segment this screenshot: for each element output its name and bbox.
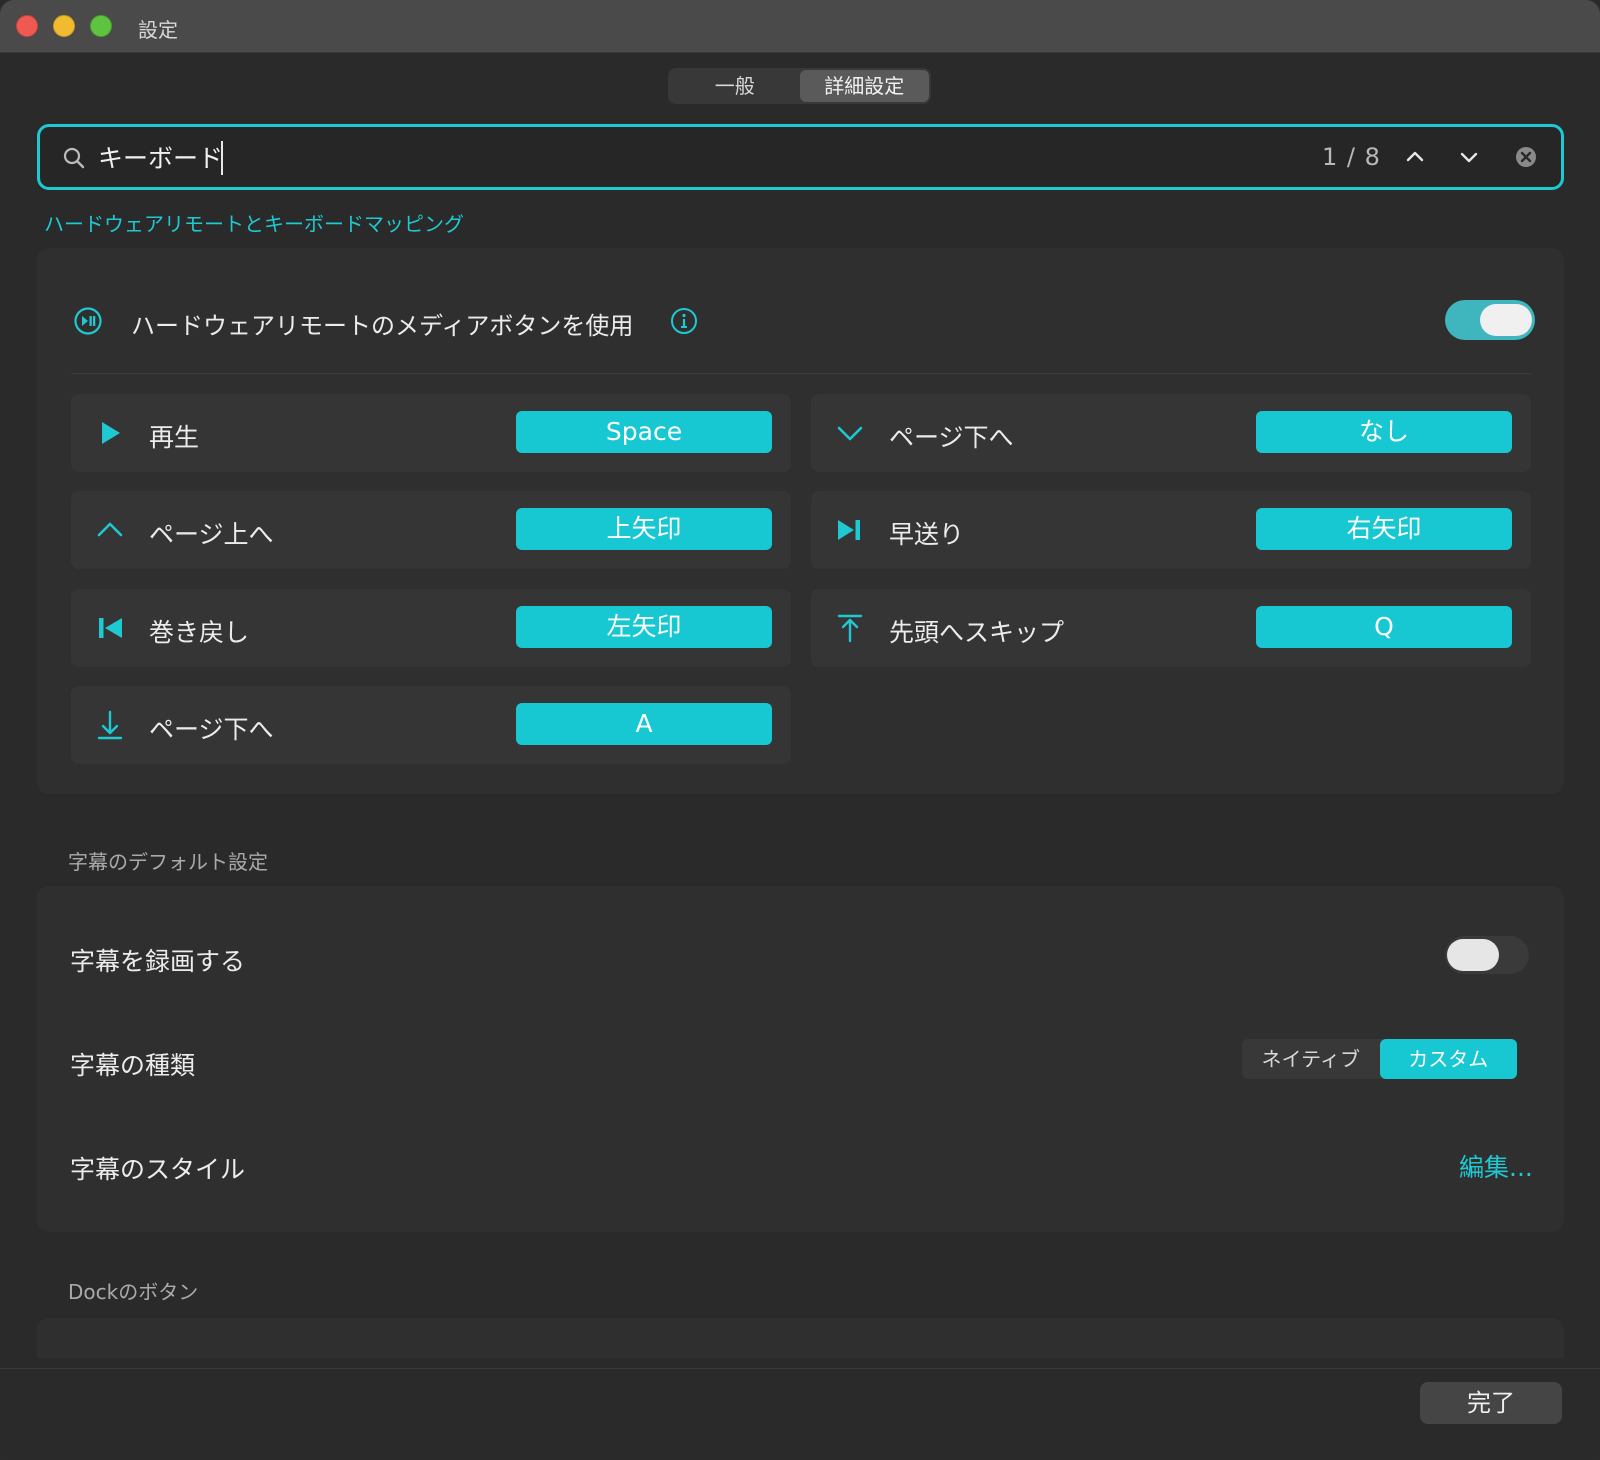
window-title: 設定 bbox=[138, 18, 178, 42]
shortcut-key-button[interactable]: Q bbox=[1256, 606, 1512, 648]
subtitle-type-native[interactable]: ネイティブ bbox=[1242, 1039, 1380, 1079]
divider bbox=[71, 373, 1531, 374]
fast-forward-icon bbox=[838, 520, 860, 540]
close-window-button[interactable] bbox=[16, 15, 38, 37]
title-bar: 設定 bbox=[0, 0, 1600, 53]
tab-bar: 一般 詳細設定 bbox=[668, 68, 931, 104]
clear-icon bbox=[1516, 147, 1536, 167]
clear-search-button[interactable] bbox=[1508, 139, 1544, 175]
done-button[interactable]: 完了 bbox=[1420, 1382, 1562, 1424]
search-result-count: 1 / 8 bbox=[1322, 143, 1381, 171]
tab-general[interactable]: 一般 bbox=[670, 70, 800, 102]
play-icon bbox=[102, 422, 120, 444]
edit-subtitle-style-link[interactable]: 編集... bbox=[1459, 1148, 1533, 1184]
section-link-keyboard-mapping[interactable]: ハードウェアリモートとキーボードマッピング bbox=[44, 208, 464, 237]
search-icon bbox=[63, 147, 85, 169]
subtitle-type-segmented-control: ネイティブ カスタム bbox=[1242, 1039, 1517, 1079]
shortcut-key-button[interactable]: 右矢印 bbox=[1256, 508, 1512, 550]
shortcut-key-button[interactable]: 上矢印 bbox=[516, 508, 772, 550]
shortcut-key-button[interactable]: 左矢印 bbox=[516, 606, 772, 648]
shortcut-key-button[interactable]: なし bbox=[1256, 411, 1512, 453]
media-buttons-label: ハードウェアリモートのメディアボタンを使用 bbox=[131, 312, 634, 340]
shortcut-label: 巻き戻し bbox=[149, 618, 250, 647]
media-buttons-toggle[interactable] bbox=[1445, 300, 1535, 340]
settings-window: 設定 一般 詳細設定 1 / 8 bbox=[0, 0, 1600, 1460]
info-icon[interactable] bbox=[670, 307, 698, 335]
shortcut-row-page-down: ページ下へ なし bbox=[811, 394, 1531, 472]
record-subtitles-label: 字幕を録画する bbox=[70, 947, 246, 976]
shortcut-label: ページ下へ bbox=[149, 715, 274, 744]
shortcut-row-rewind: 巻き戻し 左矢印 bbox=[71, 589, 791, 667]
shortcut-key-button[interactable]: Space bbox=[516, 411, 772, 453]
text-caret bbox=[221, 141, 223, 175]
footer-bar bbox=[0, 1368, 1600, 1460]
shortcut-row-skip-to-top: 先頭へスキップ Q bbox=[811, 589, 1531, 667]
rewind-icon bbox=[99, 618, 122, 638]
subtitle-type-custom[interactable]: カスタム bbox=[1379, 1039, 1517, 1079]
chevron-down-icon bbox=[837, 426, 863, 441]
next-result-button[interactable] bbox=[1451, 139, 1487, 175]
previous-result-button[interactable] bbox=[1397, 139, 1433, 175]
tab-advanced[interactable]: 詳細設定 bbox=[799, 70, 929, 102]
shortcut-label: 再生 bbox=[149, 423, 200, 452]
toggle-knob bbox=[1447, 939, 1499, 971]
arrow-down-icon bbox=[97, 710, 123, 740]
shortcut-row-play: 再生 Space bbox=[71, 394, 791, 472]
skip-to-top-icon bbox=[837, 614, 863, 643]
shortcut-label: 先頭へスキップ bbox=[889, 618, 1065, 647]
dock-section-header: Dockのボタン bbox=[68, 1280, 199, 1304]
shortcut-row-page-down-2: ページ下へ A bbox=[71, 686, 791, 764]
search-input[interactable] bbox=[98, 139, 1198, 175]
subtitle-style-label: 字幕のスタイル bbox=[70, 1155, 246, 1184]
media-remote-icon bbox=[74, 307, 102, 335]
shortcut-key-button[interactable]: A bbox=[516, 703, 772, 745]
chevron-up-icon bbox=[97, 522, 123, 537]
chevron-down-icon bbox=[1460, 152, 1478, 163]
toggle-knob bbox=[1480, 304, 1532, 336]
shortcut-row-fast-forward: 早送り 右矢印 bbox=[811, 491, 1531, 569]
subtitle-type-label: 字幕の種類 bbox=[70, 1051, 196, 1080]
shortcut-label: ページ上へ bbox=[149, 520, 274, 549]
shortcut-label: 早送り bbox=[889, 520, 965, 549]
dock-panel bbox=[37, 1318, 1564, 1358]
zoom-window-button[interactable] bbox=[90, 15, 112, 37]
media-buttons-row: ハードウェアリモートのメディアボタンを使用 bbox=[37, 280, 1564, 360]
shortcut-row-page-up: ページ上へ 上矢印 bbox=[71, 491, 791, 569]
record-subtitles-toggle[interactable] bbox=[1445, 936, 1529, 974]
subtitles-section-header: 字幕のデフォルト設定 bbox=[68, 850, 268, 874]
minimize-window-button[interactable] bbox=[53, 15, 75, 37]
search-field[interactable]: 1 / 8 bbox=[37, 124, 1564, 190]
shortcut-label: ページ下へ bbox=[889, 423, 1014, 452]
chevron-up-icon bbox=[1406, 151, 1424, 162]
